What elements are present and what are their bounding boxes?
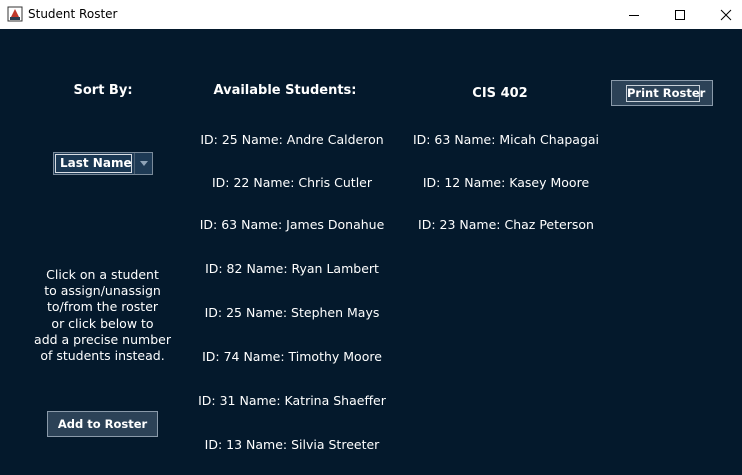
chevron-down-icon	[140, 161, 148, 166]
roster-panel: Sort By: Available Students: CIS 402 Pri…	[0, 29, 742, 475]
minimize-button[interactable]	[611, 0, 657, 29]
available-students-heading: Available Students:	[213, 83, 357, 98]
available-student-item[interactable]: ID: 13 Name: Silvia Streeter	[192, 437, 392, 452]
print-roster-button[interactable]: Print Roster	[611, 80, 713, 106]
available-student-item[interactable]: ID: 31 Name: Katrina Shaeffer	[192, 393, 392, 408]
maximize-icon	[675, 9, 685, 20]
print-roster-label: Print Roster	[626, 85, 706, 102]
java-app-icon	[7, 6, 23, 22]
available-student-item[interactable]: ID: 25 Name: Andre Calderon	[192, 132, 392, 147]
roster-student-item[interactable]: ID: 63 Name: Micah Chapagai	[406, 132, 606, 147]
available-student-item[interactable]: ID: 22 Name: Chris Cutler	[192, 175, 392, 190]
sort-dropdown[interactable]: Last Name	[53, 152, 153, 175]
add-to-roster-button[interactable]: Add to Roster	[47, 411, 158, 437]
sort-by-label: Sort By:	[73, 83, 133, 98]
window-title: Student Roster	[28, 7, 118, 21]
minimize-icon	[629, 14, 639, 16]
close-button[interactable]	[703, 0, 742, 29]
course-title: CIS 402	[472, 86, 528, 101]
dropdown-arrow-button[interactable]	[134, 153, 153, 174]
sort-selected-value: Last Name	[55, 154, 132, 173]
close-icon	[720, 9, 732, 20]
roster-student-item[interactable]: ID: 12 Name: Kasey Moore	[406, 175, 606, 190]
available-student-item[interactable]: ID: 25 Name: Stephen Mays	[192, 305, 392, 320]
available-student-item[interactable]: ID: 74 Name: Timothy Moore	[192, 349, 392, 364]
available-student-item[interactable]: ID: 63 Name: James Donahue	[192, 217, 392, 232]
instructions-text: Click on a student to assign/unassign to…	[34, 267, 171, 364]
maximize-button[interactable]	[657, 0, 703, 29]
roster-student-item[interactable]: ID: 23 Name: Chaz Peterson	[406, 217, 606, 232]
title-bar: Student Roster	[0, 0, 742, 29]
available-student-item[interactable]: ID: 82 Name: Ryan Lambert	[192, 261, 392, 276]
